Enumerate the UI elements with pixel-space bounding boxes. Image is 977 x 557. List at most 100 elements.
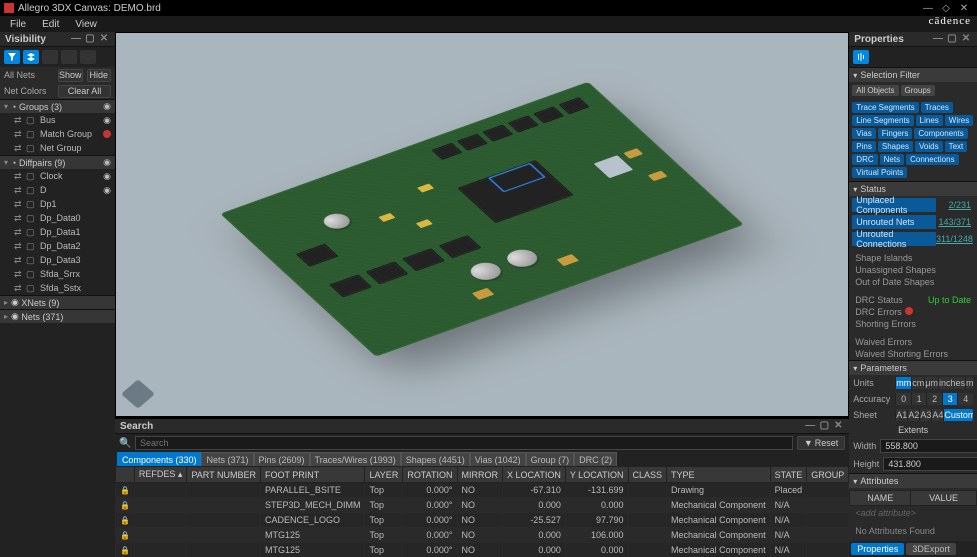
tree-item[interactable]: ⇄▢Match Group (0, 127, 115, 141)
table-header[interactable]: FOOT PRINT (260, 467, 365, 483)
filter-chip[interactable]: Text (945, 141, 968, 152)
table-header[interactable]: Y LOCATION (565, 467, 628, 483)
filter-chip[interactable]: Components (914, 128, 967, 139)
table-row[interactable]: 🔒PARALLEL_BSITETop0.000°NO-67.310-131.69… (115, 483, 848, 498)
filter-chip[interactable]: Fingers (878, 128, 913, 139)
segment-option[interactable]: 4 (957, 393, 973, 405)
filter-chip[interactable]: Trace Segments (852, 102, 918, 113)
hide-button[interactable]: Hide (87, 69, 111, 82)
tab-3dexport[interactable]: 3DExport (906, 543, 956, 555)
prop-dock-icon[interactable]: ▢ (946, 33, 958, 45)
panel-min-icon[interactable]: — (70, 33, 82, 45)
segment-option[interactable]: Custom (943, 409, 973, 421)
table-header[interactable]: GROUP (807, 467, 849, 483)
filter-chip[interactable]: Voids (915, 141, 943, 152)
search-input[interactable] (135, 436, 793, 450)
table-header[interactable]: STATE (770, 467, 807, 483)
selection-filter-header[interactable]: ▾Selection Filter (849, 68, 977, 82)
segment-option[interactable]: 1 (911, 393, 927, 405)
add-attribute[interactable]: <add attribute> (849, 506, 977, 520)
prop-close-icon[interactable]: ✕ (960, 33, 972, 45)
tree-item[interactable]: ⇄▢Net Group (0, 141, 115, 155)
vis-mode2-icon[interactable] (61, 50, 77, 64)
tree-item[interactable]: ⇄▢Dp_Data0 (0, 211, 115, 225)
units-segment[interactable]: mmcmμminchesmils (895, 377, 973, 389)
segment-option[interactable]: 2 (926, 393, 942, 405)
search-tab[interactable]: Group (7) (526, 452, 575, 466)
filter-chip[interactable]: Lines (916, 115, 943, 126)
table-header[interactable]: TYPE (667, 467, 771, 483)
segment-option[interactable]: A4 (931, 409, 943, 421)
sheet-segment[interactable]: A1A2A3A4Custom (895, 409, 973, 421)
segment-option[interactable]: 0 (895, 393, 911, 405)
menu-view[interactable]: View (67, 19, 105, 30)
vis-layers-icon[interactable] (23, 50, 39, 64)
filter-chip[interactable]: Groups (901, 85, 935, 96)
tab-properties[interactable]: Properties (851, 543, 904, 555)
panel-dock-icon[interactable]: ▢ (84, 33, 96, 45)
menu-file[interactable]: File (2, 19, 34, 30)
table-header[interactable]: LAYER (365, 467, 403, 483)
tree-item[interactable]: ⇄▢Dp_Data1 (0, 225, 115, 239)
filter-chip[interactable]: All Objects (852, 85, 898, 96)
maximize-button[interactable]: ◇ (937, 3, 955, 14)
tree-item[interactable]: ⇄▢Dp_Data2 (0, 239, 115, 253)
table-header[interactable]: CLASS (628, 467, 667, 483)
panel-close-icon[interactable]: ✕ (98, 33, 110, 45)
search-tab[interactable]: DRC (2) (574, 452, 617, 466)
filter-chip[interactable]: DRC (852, 154, 877, 165)
menu-edit[interactable]: Edit (34, 19, 67, 30)
vis-mode3-icon[interactable] (80, 50, 96, 64)
segment-option[interactable]: A3 (919, 409, 931, 421)
tree-item[interactable]: ⇄▢Clock◉ (0, 169, 115, 183)
vis-mode1-icon[interactable] (42, 50, 58, 64)
search-tab[interactable]: Pins (2609) (254, 452, 310, 466)
table-header[interactable]: MIRROR (457, 467, 503, 483)
table-row[interactable]: 🔒CADENCE_LOGOTop0.000°NO-25.52797.790Mec… (115, 513, 848, 528)
filter-chip[interactable]: Shapes (878, 141, 913, 152)
show-button[interactable]: Show (58, 69, 83, 82)
search-tab[interactable]: Vias (1042) (470, 452, 526, 466)
prop-settings-icon[interactable] (853, 50, 869, 64)
search-tab[interactable]: Nets (371) (201, 452, 253, 466)
search-tab[interactable]: Components (330) (117, 452, 202, 466)
attributes-header[interactable]: ▾Attributes (849, 474, 977, 488)
segment-option[interactable]: cm (911, 377, 924, 389)
segment-option[interactable]: A2 (907, 409, 919, 421)
tree-nets-header[interactable]: ▸◉ Nets (371) (0, 309, 115, 323)
search-min-icon[interactable]: — (804, 420, 816, 432)
filter-chip[interactable]: Connections (906, 154, 958, 165)
segment-option[interactable]: mils (965, 377, 973, 389)
tree-diffpairs-header[interactable]: ▾◔ Diffpairs (9)◉ (0, 155, 115, 169)
status-header[interactable]: ▾Status (849, 182, 977, 196)
filter-chip[interactable]: Virtual Points (852, 167, 907, 178)
table-row[interactable]: 🔒STEP3D_MECH_DIMMTop0.000°NO0.0000.000Me… (115, 498, 848, 513)
minimize-button[interactable]: — (919, 3, 937, 14)
reset-button[interactable]: ▼Reset (797, 436, 845, 450)
view-cube[interactable] (121, 379, 155, 408)
filter-chip[interactable]: Wires (945, 115, 973, 126)
vis-filter-icon[interactable] (4, 50, 20, 64)
tree-groups-header[interactable]: ▾◔ Groups (3)◉ (0, 99, 115, 113)
filter-chip[interactable]: Pins (852, 141, 876, 152)
segment-option[interactable]: mm (895, 377, 911, 389)
filter-chip[interactable]: Line Segments (852, 115, 913, 126)
width-input[interactable] (880, 439, 977, 453)
search-close-icon[interactable]: ✕ (832, 420, 844, 432)
segment-option[interactable]: A1 (895, 409, 907, 421)
table-header[interactable]: ROTATION (403, 467, 457, 483)
clear-all-button[interactable]: Clear All (58, 85, 111, 98)
tree-item[interactable]: ⇄▢Dp_Data3 (0, 253, 115, 267)
search-tab[interactable]: Shapes (4451) (401, 452, 470, 466)
table-header[interactable] (115, 467, 134, 483)
tree-xnets-header[interactable]: ▸◉ XNets (9) (0, 295, 115, 309)
3d-viewport[interactable] (116, 33, 848, 416)
height-input[interactable] (883, 457, 977, 471)
search-tab[interactable]: Traces/Wires (1993) (310, 452, 401, 466)
accuracy-segment[interactable]: 01234 (895, 393, 973, 405)
segment-option[interactable]: 3 (942, 393, 958, 405)
parameters-header[interactable]: ▾Parameters (849, 361, 977, 375)
tree-item[interactable]: ⇄▢Sfda_Sstx (0, 281, 115, 295)
filter-chip[interactable]: Traces (921, 102, 953, 113)
filter-chip[interactable]: Vias (852, 128, 875, 139)
